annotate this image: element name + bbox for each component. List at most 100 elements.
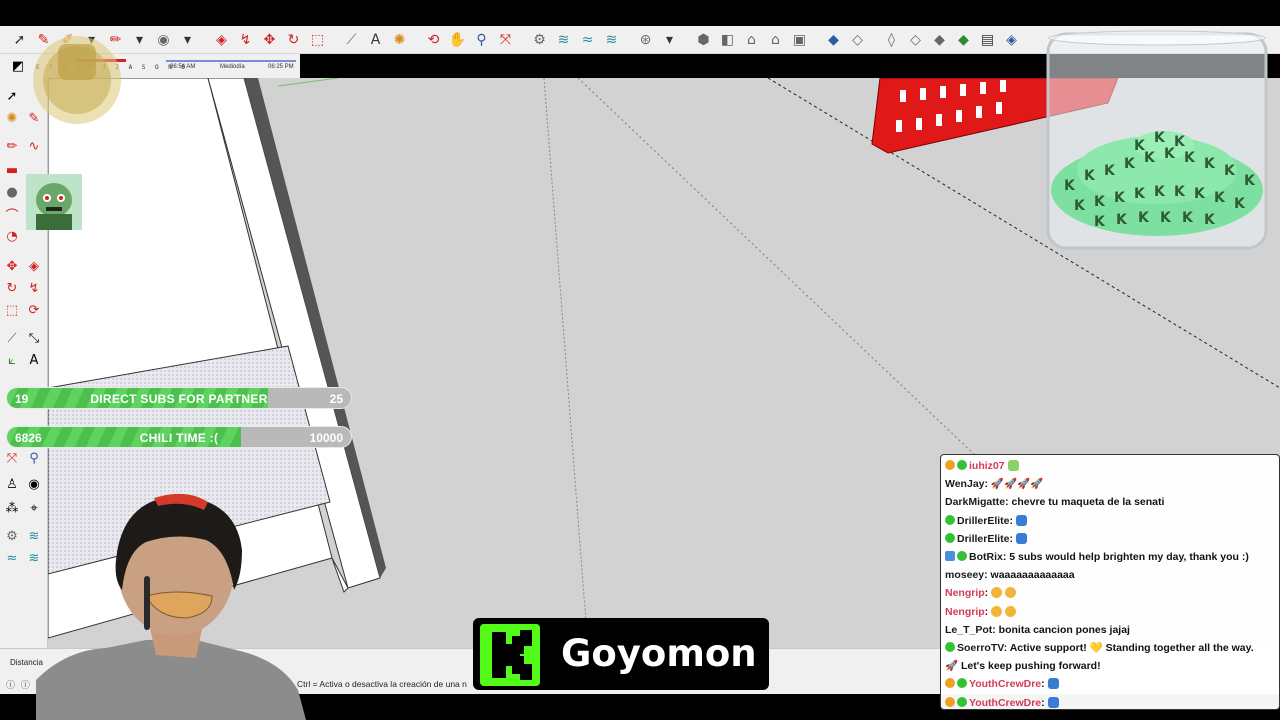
pie-icon[interactable]: ◔ bbox=[2, 226, 22, 246]
scale-icon[interactable]: ⬚ bbox=[306, 29, 329, 51]
circle-icon[interactable]: ◉ bbox=[152, 29, 175, 51]
chat-username[interactable]: WenJay bbox=[945, 478, 985, 490]
text-icon[interactable]: A bbox=[24, 350, 44, 370]
hidden-line-icon[interactable]: ◆ bbox=[928, 29, 951, 51]
house-outline-icon[interactable]: ⌂ bbox=[764, 29, 787, 51]
chat-message: Le_T_Pot: bonita cancion pones jajaj bbox=[945, 621, 1275, 639]
chat-username[interactable]: Le_T_Pot bbox=[945, 624, 992, 636]
info-icon[interactable]: ⓘ ⓘ bbox=[6, 678, 30, 691]
chat-badge-icon bbox=[957, 551, 967, 562]
walk-icon[interactable]: ♙ bbox=[2, 474, 22, 494]
shadow-midday: Mediodía bbox=[220, 64, 245, 70]
chat-username[interactable]: moseey bbox=[945, 569, 984, 581]
chat-username[interactable]: YouthCrewDre bbox=[969, 678, 1041, 690]
chat-username[interactable]: Nengrip bbox=[945, 606, 985, 618]
offset-icon[interactable]: ⟳ bbox=[24, 300, 44, 320]
chat-badge-icon bbox=[957, 460, 967, 470]
zoom-extents-icon[interactable]: ⤧ bbox=[2, 448, 22, 468]
paint-bucket-icon[interactable]: ✺ bbox=[388, 29, 411, 51]
xray-icon[interactable]: ◊ bbox=[880, 29, 903, 51]
zoom-icon[interactable]: ⚲ bbox=[24, 448, 44, 468]
avatar-sticker bbox=[26, 174, 82, 230]
pan-icon[interactable]: ✋ bbox=[446, 29, 469, 51]
svg-text:K: K bbox=[1138, 210, 1150, 226]
house-icon[interactable]: ⌂ bbox=[740, 29, 763, 51]
section-cut-icon[interactable]: ≈ bbox=[2, 548, 22, 568]
top-letterbox bbox=[0, 0, 1280, 26]
freehand-icon[interactable]: ∿ bbox=[24, 136, 44, 156]
shaded-textures-icon[interactable]: ▤ bbox=[976, 29, 999, 51]
chat-username[interactable]: DrillerElite bbox=[957, 533, 1010, 545]
svg-text:K: K bbox=[1084, 168, 1096, 184]
chat-username[interactable]: BotRix bbox=[969, 551, 1003, 563]
tape-icon[interactable]: ⟋ bbox=[2, 328, 22, 348]
svg-text:K: K bbox=[1160, 210, 1172, 226]
section-plane-icon[interactable]: ⚙ bbox=[528, 29, 551, 51]
chat-text: : bbox=[1009, 532, 1014, 545]
move-icon[interactable]: ✥ bbox=[258, 29, 281, 51]
subs-goal-bar: 19 DIRECT SUBS FOR PARTNER 25 bbox=[6, 387, 352, 409]
section-plane-icon[interactable]: ⚙ bbox=[2, 526, 22, 546]
chat-username[interactable]: Nengrip bbox=[945, 587, 985, 599]
chat-emote-icon bbox=[1047, 696, 1059, 708]
dropdown-icon[interactable]: ▾ bbox=[658, 29, 681, 51]
zoom-extents-icon[interactable]: ⤧ bbox=[494, 29, 517, 51]
followme-icon[interactable]: ↯ bbox=[24, 278, 44, 298]
followme-icon[interactable]: ↯ bbox=[234, 29, 257, 51]
wireframe-icon[interactable]: ◇ bbox=[904, 29, 927, 51]
chat-username[interactable]: iuhiz07 bbox=[969, 460, 1005, 472]
circle-icon[interactable]: ● bbox=[2, 182, 22, 202]
kick-logo-icon bbox=[480, 624, 540, 686]
svg-text:K: K bbox=[1154, 130, 1166, 146]
pushpull-icon[interactable]: ◈ bbox=[210, 29, 233, 51]
monochrome-icon[interactable]: ◈ bbox=[1000, 29, 1023, 51]
chat-message: moseey: waaaaaaaaaaaaa bbox=[945, 566, 1275, 584]
extension-icon[interactable]: ▣ bbox=[788, 29, 811, 51]
select-arrow-icon[interactable]: ➚ bbox=[2, 86, 22, 106]
svg-text:K: K bbox=[1224, 163, 1236, 179]
zoom-icon[interactable]: ⚲ bbox=[470, 29, 493, 51]
section-cut-icon[interactable]: ≈ bbox=[576, 29, 599, 51]
iso-view-icon[interactable]: ◆ bbox=[822, 29, 845, 51]
pushpull-icon[interactable]: ◈ bbox=[24, 256, 44, 276]
move-icon[interactable]: ✥ bbox=[2, 256, 22, 276]
shadow-time-track[interactable] bbox=[166, 60, 296, 62]
chat-text: : bbox=[1041, 696, 1045, 709]
chat-username[interactable]: SoerroTV bbox=[957, 642, 1004, 654]
candy-jar-widget: KK K K K K K K KK KKKKKKKKK KKKKKK K KK bbox=[1046, 30, 1268, 250]
chat-emote-icon bbox=[1016, 514, 1028, 526]
arc-icon[interactable]: ⌒ bbox=[2, 204, 22, 224]
chat-badge-icon bbox=[945, 678, 955, 689]
footprint-icon[interactable]: ⁂ bbox=[2, 498, 22, 518]
protractor-icon[interactable]: ⟀ bbox=[2, 350, 22, 370]
top-view-icon[interactable]: ◇ bbox=[846, 29, 869, 51]
svg-text:K: K bbox=[1114, 190, 1126, 206]
section-display-icon[interactable]: ≋ bbox=[600, 29, 623, 51]
section-fill-icon[interactable]: ≋ bbox=[552, 29, 575, 51]
chat-message: YouthCrewDre: bbox=[945, 694, 1275, 712]
paint-bucket-icon[interactable]: ✺ bbox=[2, 108, 22, 128]
chat-username[interactable]: DrillerElite bbox=[957, 515, 1010, 527]
chat-username[interactable]: YouthCrewDre bbox=[969, 697, 1041, 709]
eraser-small-icon[interactable]: ◩ bbox=[8, 56, 28, 76]
component-icon[interactable]: ⬢ bbox=[692, 29, 715, 51]
settings-icon[interactable]: ⊛ bbox=[634, 29, 657, 51]
chat-text: : 5 subs would help brighten my day, tha… bbox=[1002, 551, 1249, 564]
text-icon[interactable]: A bbox=[364, 29, 387, 51]
rotate-icon[interactable]: ↻ bbox=[2, 278, 22, 298]
dropdown-icon[interactable]: ▾ bbox=[128, 29, 151, 51]
rotate-icon[interactable]: ↻ bbox=[282, 29, 305, 51]
orbit-icon[interactable]: ⟲ bbox=[422, 29, 445, 51]
shaded-icon[interactable]: ◆ bbox=[952, 29, 975, 51]
chat-text: : chevre tu maqueta de la senati bbox=[1005, 496, 1165, 509]
dropdown-icon[interactable]: ▾ bbox=[176, 29, 199, 51]
dimension-icon[interactable]: ⤡ bbox=[24, 328, 44, 348]
svg-text:K: K bbox=[1124, 156, 1136, 172]
line-icon[interactable]: ✏ bbox=[2, 136, 22, 156]
scale-icon[interactable]: ⬚ bbox=[2, 300, 22, 320]
svg-text:K: K bbox=[1194, 186, 1206, 202]
tape-icon[interactable]: ⟋ bbox=[340, 29, 363, 51]
chat-username[interactable]: DarkMigatte bbox=[945, 496, 1005, 508]
rectangle-icon[interactable]: ▬ bbox=[2, 160, 22, 180]
warehouse-icon[interactable]: ◧ bbox=[716, 29, 739, 51]
